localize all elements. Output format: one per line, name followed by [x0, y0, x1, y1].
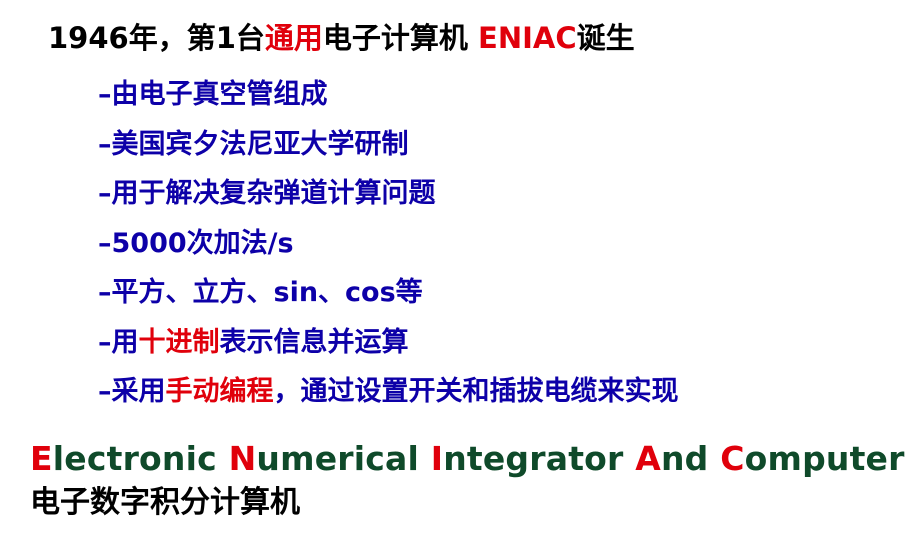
feature-item-2: –美国宾夕法尼亚大学研制 — [98, 125, 679, 175]
acronym-letter-a: A — [635, 439, 661, 478]
feature-text: –由电子真空管组成 — [98, 79, 328, 110]
slide-title: 1946年，第1台通用电子计算机 ENIAC诞生 — [48, 18, 635, 58]
feature-text: –美国宾夕法尼亚大学研制 — [98, 128, 409, 160]
feature-text: –平方、立方、sin、cos等 — [98, 277, 423, 308]
english-full-name: Electronic Numerical Integrator And Comp… — [30, 438, 905, 480]
feature-item-3: –用于解决复杂弹道计算问题 — [98, 174, 679, 224]
acronym-letter-n: N — [228, 439, 257, 478]
chinese-full-name: 电子数字积分计算机 — [30, 485, 300, 520]
title-part-1: 1946年，第1台 — [48, 21, 265, 55]
feature-text-prefix: –用 — [98, 326, 139, 358]
word-rest: omputer — [744, 439, 905, 478]
feature-item-7: –采用手动编程，通过设置开关和插拔电缆来实现 — [98, 372, 679, 422]
feature-text-suffix: ，通过设置开关和插拔电缆来实现 — [273, 376, 679, 407]
title-part-2: 电子计算机 — [322, 21, 479, 55]
acronym-letter-c: C — [720, 439, 745, 478]
word-rest: umerical — [256, 439, 431, 478]
feature-item-5: –平方、立方、sin、cos等 — [98, 273, 679, 323]
feature-item-6: –用十进制表示信息并运算 — [98, 323, 679, 373]
feature-item-4: –5000次加法/s — [98, 224, 679, 274]
feature-list: –由电子真空管组成 –美国宾夕法尼亚大学研制 –用于解决复杂弹道计算问题 –50… — [98, 75, 679, 422]
feature-text: –5000次加法/s — [98, 227, 294, 259]
feature-item-1: –由电子真空管组成 — [98, 75, 679, 125]
word-rest: lectronic — [52, 439, 229, 478]
feature-highlight-manual-programming: 手动编程 — [165, 376, 274, 407]
feature-text-prefix: –采用 — [98, 376, 166, 407]
word-rest: ntegrator — [443, 439, 636, 478]
acronym-letter-i: I — [430, 439, 444, 478]
feature-highlight-decimal: 十进制 — [138, 326, 220, 358]
feature-text: –用于解决复杂弹道计算问题 — [98, 178, 436, 209]
title-part-3: 诞生 — [576, 21, 635, 55]
title-eniac: ENIAC — [478, 21, 577, 55]
title-highlight-general-purpose: 通用 — [264, 21, 323, 55]
acronym-letter-e: E — [30, 439, 53, 478]
feature-text-suffix: 表示信息并运算 — [219, 326, 409, 358]
word-rest: nd — [660, 439, 721, 478]
